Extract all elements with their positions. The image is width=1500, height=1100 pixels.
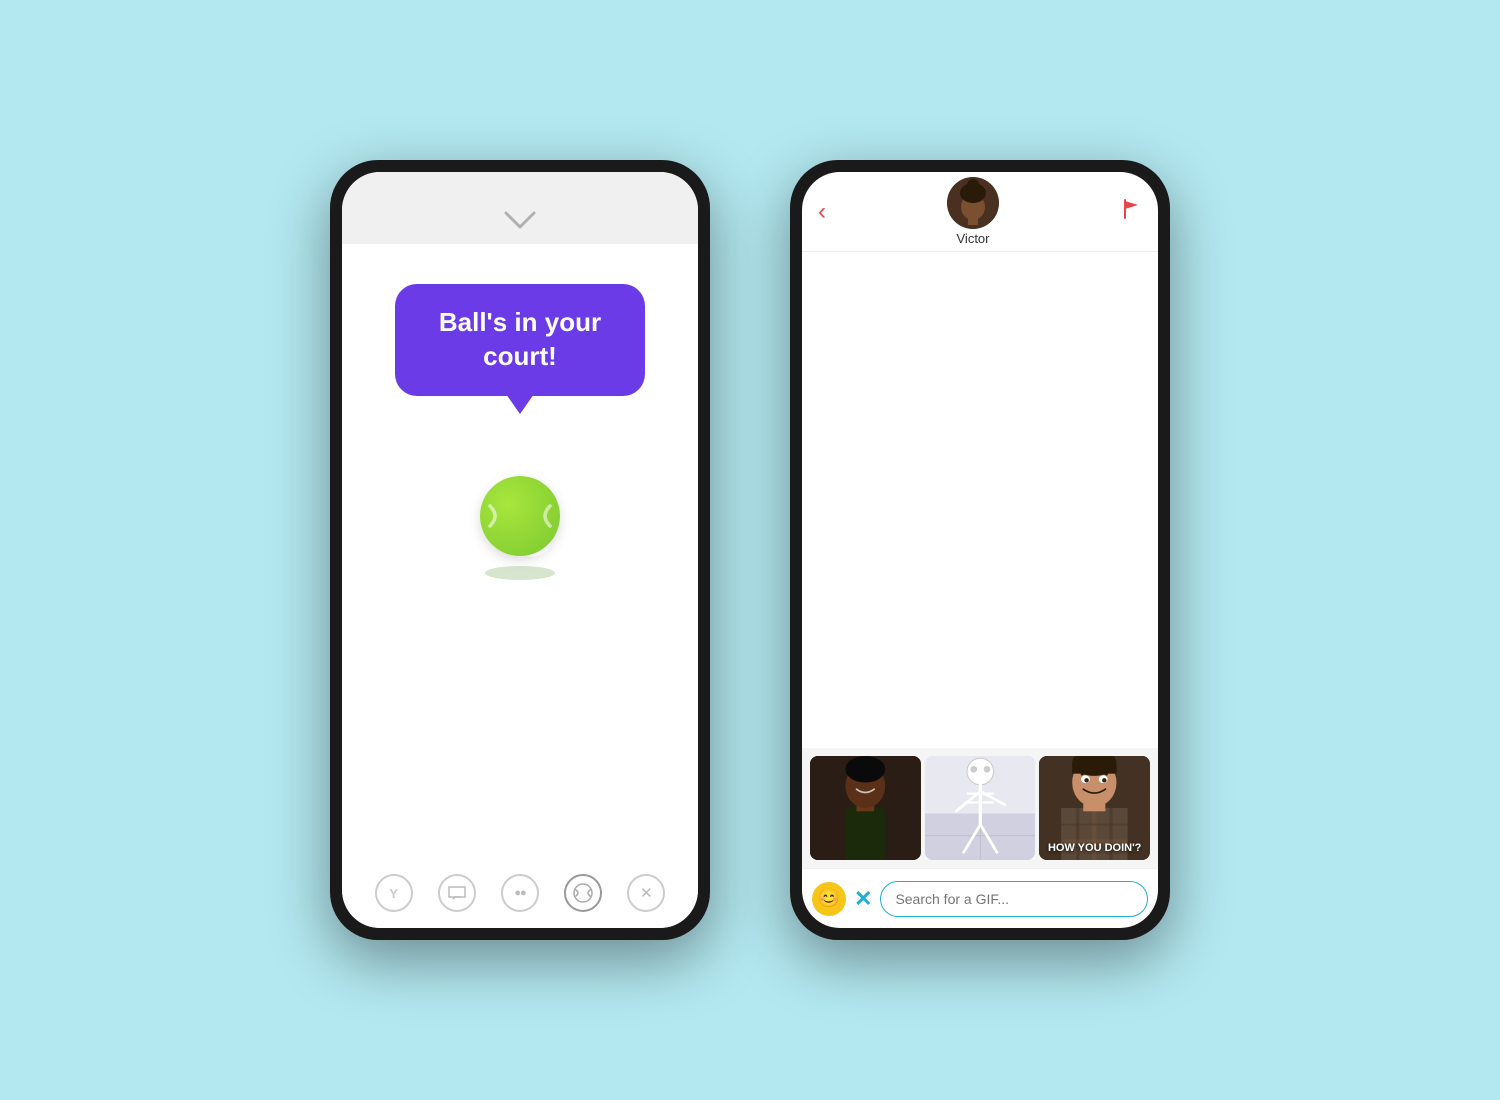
tennis-ball-shadow bbox=[485, 566, 555, 580]
close-gif-button[interactable]: ✕ bbox=[854, 886, 872, 912]
back-button[interactable]: ‹ bbox=[818, 198, 826, 226]
chat-user-name: Victor bbox=[957, 231, 990, 246]
phone-1: Ball's in your court! Y bbox=[330, 160, 710, 940]
gif-thumb-1[interactable] bbox=[810, 756, 921, 860]
match-body: Ball's in your court! bbox=[342, 244, 698, 858]
footer-icon-x[interactable]: ✕ bbox=[627, 874, 665, 912]
tennis-ball-container bbox=[480, 476, 560, 580]
chat-header-center: Victor bbox=[947, 177, 999, 246]
phone-2: ‹ Victor bbox=[790, 160, 1170, 940]
chevron-down-icon[interactable] bbox=[500, 208, 540, 232]
gif-strip: HOW YOU DOIN'? bbox=[802, 748, 1158, 868]
match-footer: Y ●● ✕ bbox=[342, 858, 698, 928]
emoji-button[interactable]: 😊 bbox=[812, 882, 846, 916]
footer-icon-message[interactable] bbox=[438, 874, 476, 912]
gif-3-label: HOW YOU DOIN'? bbox=[1043, 842, 1146, 854]
flag-button[interactable] bbox=[1120, 198, 1142, 226]
chat-input-bar: 😊 ✕ bbox=[802, 868, 1158, 928]
footer-icon-tennis[interactable] bbox=[564, 874, 602, 912]
phone-2-screen: ‹ Victor bbox=[802, 172, 1158, 928]
speech-bubble-text: Ball's in your court! bbox=[439, 307, 601, 371]
speech-bubble: Ball's in your court! bbox=[395, 284, 645, 396]
gif-thumb-2[interactable] bbox=[925, 756, 1036, 860]
footer-icon-eyes[interactable]: ●● bbox=[501, 874, 539, 912]
chat-header: ‹ Victor bbox=[802, 172, 1158, 252]
match-header[interactable] bbox=[342, 172, 698, 244]
gif-thumb-3[interactable]: HOW YOU DOIN'? bbox=[1039, 756, 1150, 860]
avatar[interactable] bbox=[947, 177, 999, 229]
footer-icon-y[interactable]: Y bbox=[375, 874, 413, 912]
gif-search-input[interactable] bbox=[880, 881, 1148, 917]
chat-messages-area bbox=[802, 252, 1158, 748]
tennis-ball-icon bbox=[480, 476, 560, 556]
phone-1-screen: Ball's in your court! Y bbox=[342, 172, 698, 928]
